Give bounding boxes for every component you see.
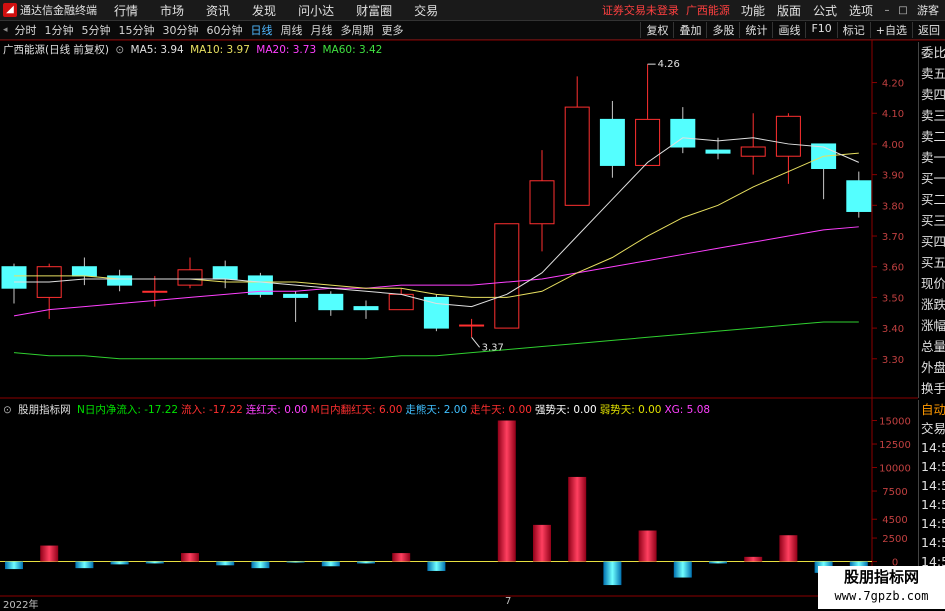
sub-tick-0: 15000: [879, 417, 911, 428]
candle-body-8: [283, 293, 309, 298]
candle-body-2: [71, 266, 97, 277]
quote-field-10[interactable]: 买五: [919, 252, 945, 273]
ma5-line: [14, 137, 859, 308]
price-tick-1: 4.10: [882, 109, 904, 120]
candle-body-24: [846, 180, 872, 212]
annotation-arrow-0: [471, 336, 480, 348]
quote-field-1[interactable]: 卖五: [919, 63, 945, 84]
candle-body-22: [775, 115, 801, 157]
candle-body-13: [459, 324, 485, 327]
sub-tick-2: 10000: [879, 464, 911, 475]
quote-field-5[interactable]: 卖一: [919, 147, 945, 168]
price-tick-8: 3.40: [882, 324, 904, 335]
quote-field-7[interactable]: 买二: [919, 189, 945, 210]
sub-tick-5: 2500: [882, 534, 907, 545]
sub-tick-4: 4500: [882, 515, 907, 526]
quote-field-13[interactable]: 涨幅: [919, 315, 945, 336]
trade-field-1[interactable]: 交易: [919, 419, 945, 438]
candle-body-3: [107, 275, 133, 286]
quote-field-8[interactable]: 买三: [919, 210, 945, 231]
flow-bar-3: [110, 561, 129, 565]
price-tick-3: 3.90: [882, 171, 904, 182]
flow-bar-7: [251, 561, 270, 569]
sub-tick-3: 7500: [882, 487, 907, 498]
flow-bar-6: [216, 561, 235, 566]
trade-field-2[interactable]: 14:5: [919, 438, 945, 457]
trade-field-5[interactable]: 14:5: [919, 495, 945, 514]
chart-canvas[interactable]: 4.20 4.10 4.00 3.90 3.80 3.70 3.60 3.50 3.40 3.30…: [0, 0, 945, 609]
candle-body-10: [353, 306, 379, 311]
candle-body-19: [670, 118, 696, 148]
candle-body-16: [564, 106, 590, 206]
price-tick-4: 3.80: [882, 201, 904, 212]
flow-bar-17: [603, 561, 622, 586]
quote-field-12[interactable]: 涨跌: [919, 294, 945, 315]
flow-bar-5: [181, 553, 199, 562]
quote-field-9[interactable]: 买四: [919, 231, 945, 252]
quote-field-4[interactable]: 卖二: [919, 126, 945, 147]
trade-field-4[interactable]: 14:5: [919, 476, 945, 495]
trade-field-6[interactable]: 14:5: [919, 514, 945, 533]
candle-body-12: [423, 296, 449, 329]
price-tick-9: 3.30: [882, 355, 904, 366]
flow-bar-10: [357, 561, 375, 564]
flow-bar-14: [497, 420, 516, 562]
flow-bar-16: [568, 476, 587, 562]
flow-bar-4: [145, 561, 164, 564]
flow-bar-21: [744, 556, 763, 562]
candle-body-20: [705, 149, 731, 154]
candle-body-15: [529, 180, 555, 225]
quote-field-15[interactable]: 外盘: [919, 357, 945, 378]
time-axis-mid: 7: [505, 596, 512, 607]
watermark-url: www.7gpzb.com: [834, 589, 929, 603]
sub-tick-1: 12500: [879, 440, 911, 451]
flow-bar-9: [321, 561, 340, 567]
watermark-title: 股朋指标网: [843, 568, 919, 586]
flow-bar-1: [40, 545, 59, 562]
annotation-label-1: 4.26: [658, 59, 680, 70]
quote-field-11[interactable]: 现价: [919, 273, 945, 294]
candle-body-4: [142, 290, 168, 293]
price-tick-0: 4.20: [882, 79, 904, 90]
flow-bar-2: [75, 561, 94, 569]
flow-bar-15: [533, 524, 551, 562]
watermark: 股朋指标网 www.7gpzb.com: [818, 566, 945, 609]
flow-bar-22: [779, 535, 798, 562]
price-tick-7: 3.50: [882, 293, 904, 304]
trade-field-3[interactable]: 14:5: [919, 457, 945, 476]
flow-bar-12: [427, 561, 446, 571]
candle-body-9: [318, 293, 344, 311]
quote-field-14[interactable]: 总量: [919, 336, 945, 357]
candle-body-21: [740, 146, 766, 157]
flow-bar-18: [638, 530, 657, 562]
flow-bar-8: [286, 561, 305, 563]
candle-body-17: [599, 118, 625, 166]
flow-bar-19: [673, 561, 692, 578]
candle-body-6: [212, 266, 238, 280]
quote-field-2[interactable]: 卖四: [919, 84, 945, 105]
trade-field-0[interactable]: 自动: [919, 400, 945, 419]
price-tick-2: 4.00: [882, 140, 904, 151]
quote-field-3[interactable]: 卖三: [919, 105, 945, 126]
quote-side-panel: 委比卖五卖四卖三卖二卖一买一买二买三买四买五现价涨跌涨幅总量外盘换手净资收益: [918, 42, 945, 438]
price-tick-5: 3.70: [882, 232, 904, 243]
annotation-label-0: 3.37: [482, 342, 504, 353]
candle-body-18: [635, 118, 661, 166]
candle-body-5: [177, 269, 203, 286]
quote-field-6[interactable]: 买一: [919, 168, 945, 189]
candle-body-0: [1, 266, 27, 289]
price-tick-6: 3.60: [882, 263, 904, 274]
quote-field-0[interactable]: 委比: [919, 42, 945, 63]
flow-bar-0: [5, 561, 23, 570]
ma10-line: [14, 152, 859, 298]
trade-field-7[interactable]: 14:5: [919, 533, 945, 552]
flow-bar-11: [392, 553, 411, 562]
candle-body-14: [494, 223, 520, 329]
quote-field-16[interactable]: 换手: [919, 378, 945, 399]
flow-bar-20: [709, 561, 727, 564]
